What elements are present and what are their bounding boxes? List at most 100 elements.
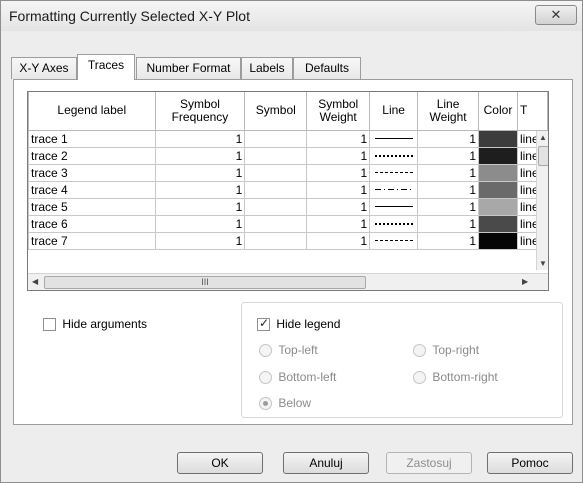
color-cell[interactable] — [478, 146, 518, 165]
trace-label-cell[interactable]: trace 4 — [28, 180, 156, 199]
bottom-left-radio[interactable] — [259, 371, 272, 385]
scroll-right-icon[interactable]: ▶ — [522, 277, 528, 286]
horizontal-scrollbar[interactable]: ◀ III ▶ — [28, 273, 548, 290]
tab-number-format[interactable]: Number Format — [136, 57, 241, 79]
color-cell[interactable] — [478, 163, 518, 182]
ok-button[interactable]: OK — [177, 452, 263, 474]
trace-label-cell[interactable]: trace 3 — [28, 163, 156, 182]
trace-row[interactable]: trace 7 1 1 1 line — [28, 231, 548, 250]
tab-labels[interactable]: Labels — [241, 57, 293, 79]
legend-position-top-left[interactable]: Top-left — [259, 343, 318, 358]
close-button[interactable]: ✕ — [535, 5, 577, 25]
horizontal-scroll-thumb[interactable]: III — [44, 276, 366, 289]
scroll-up-icon[interactable]: ▲ — [539, 133, 547, 142]
trace-row[interactable]: trace 1 1 1 1 line — [28, 129, 548, 148]
line-style-cell[interactable] — [369, 180, 419, 199]
symbol-weight-cell[interactable]: 1 — [306, 180, 371, 199]
legend-position-bottom-right[interactable]: Bottom-right — [413, 370, 498, 385]
bottom-right-label: Bottom-right — [432, 370, 498, 384]
legend-position-top-right[interactable]: Top-right — [413, 343, 479, 358]
color-cell[interactable] — [478, 129, 518, 148]
symbol-cell[interactable] — [244, 146, 308, 165]
close-icon: ✕ — [550, 7, 562, 22]
column-header-color[interactable]: Color — [478, 92, 518, 131]
symbol-weight-cell[interactable]: 1 — [306, 146, 371, 165]
symbol-cell[interactable] — [244, 180, 308, 199]
symbol-cell[interactable] — [244, 163, 308, 182]
line-weight-cell[interactable]: 1 — [417, 163, 479, 182]
line-weight-cell[interactable]: 1 — [417, 129, 479, 148]
line-style-cell[interactable] — [369, 129, 419, 148]
symbol-frequency-cell[interactable]: 1 — [154, 129, 246, 148]
top-right-radio[interactable] — [413, 344, 426, 358]
trace-label-cell[interactable]: trace 1 — [28, 129, 156, 148]
legend-position-bottom-left[interactable]: Bottom-left — [259, 370, 336, 385]
symbol-weight-cell[interactable]: 1 — [306, 129, 371, 148]
trace-label-cell-text: trace 1 — [31, 131, 68, 146]
trace-row[interactable]: trace 3 1 1 1 line — [28, 163, 548, 182]
trace-label-cell[interactable]: trace 6 — [28, 214, 156, 233]
tab-xy-axes[interactable]: X-Y Axes — [11, 57, 77, 79]
apply-button[interactable]: Zastosuj — [386, 452, 472, 474]
line-weight-cell[interactable]: 1 — [417, 214, 479, 233]
line-weight-cell[interactable]: 1 — [417, 180, 479, 199]
trace-label-cell[interactable]: trace 2 — [28, 146, 156, 165]
bottom-right-radio[interactable] — [413, 371, 426, 385]
line-style-cell[interactable] — [369, 163, 419, 182]
line-style-cell[interactable] — [369, 231, 419, 250]
line-style-cell[interactable] — [369, 146, 419, 165]
help-button[interactable]: Pomoc — [487, 452, 573, 474]
line-weight-cell[interactable]: 1 — [417, 231, 479, 250]
tab-defaults[interactable]: Defaults — [293, 57, 361, 79]
column-header-line[interactable]: Line — [369, 92, 419, 131]
vertical-scroll-thumb[interactable] — [538, 146, 548, 166]
trace-row[interactable]: trace 4 1 1 1 line — [28, 180, 548, 199]
color-cell[interactable] — [478, 231, 518, 250]
symbol-frequency-cell[interactable]: 1 — [154, 197, 246, 216]
hide-arguments-checkbox[interactable] — [43, 318, 56, 332]
scroll-down-icon[interactable]: ▼ — [539, 259, 547, 268]
trace-label-cell[interactable]: trace 5 — [28, 197, 156, 216]
symbol-weight-cell[interactable]: 1 — [306, 214, 371, 233]
color-cell[interactable] — [478, 214, 518, 233]
line-weight-cell-text: 1 — [469, 216, 476, 231]
symbol-frequency-cell[interactable]: 1 — [154, 231, 246, 250]
cancel-button[interactable]: Anuluj — [283, 452, 369, 474]
column-header-symbol[interactable]: Symbol — [244, 92, 308, 131]
color-cell[interactable] — [478, 180, 518, 199]
hide-legend-option[interactable]: Hide legend — [257, 316, 340, 332]
symbol-frequency-cell[interactable]: 1 — [154, 180, 246, 199]
symbol-cell[interactable] — [244, 129, 308, 148]
column-header-legend-label[interactable]: Legend label — [28, 92, 156, 131]
symbol-cell[interactable] — [244, 214, 308, 233]
symbol-frequency-cell[interactable]: 1 — [154, 214, 246, 233]
symbol-weight-cell[interactable]: 1 — [306, 163, 371, 182]
line-weight-cell[interactable]: 1 — [417, 146, 479, 165]
tab-traces[interactable]: Traces — [77, 54, 135, 80]
top-left-radio[interactable] — [259, 344, 272, 358]
column-header-symbol-frequency[interactable]: Symbol Frequency — [154, 92, 246, 131]
symbol-weight-cell[interactable]: 1 — [306, 231, 371, 250]
column-header-symbol-weight[interactable]: Symbol Weight — [306, 92, 371, 131]
hide-legend-checkbox[interactable] — [257, 316, 270, 332]
symbol-cell[interactable] — [244, 231, 308, 250]
hide-arguments-option[interactable]: Hide arguments — [43, 317, 147, 332]
color-cell[interactable] — [478, 197, 518, 216]
vertical-scrollbar[interactable]: ▲ ▼ — [536, 131, 548, 270]
symbol-cell[interactable] — [244, 197, 308, 216]
trace-label-cell[interactable]: trace 7 — [28, 231, 156, 250]
column-header-type[interactable]: T — [516, 92, 548, 131]
symbol-frequency-cell[interactable]: 1 — [154, 163, 246, 182]
legend-position-below[interactable]: Below — [259, 396, 311, 411]
line-style-cell[interactable] — [369, 214, 419, 233]
symbol-frequency-cell[interactable]: 1 — [154, 146, 246, 165]
below-radio[interactable] — [259, 397, 272, 411]
trace-row[interactable]: trace 2 1 1 1 line — [28, 146, 548, 165]
line-weight-cell[interactable]: 1 — [417, 197, 479, 216]
column-header-line-weight[interactable]: Line Weight — [417, 92, 479, 131]
trace-row[interactable]: trace 6 1 1 1 line — [28, 214, 548, 233]
scroll-left-icon[interactable]: ◀ — [32, 277, 38, 286]
line-style-cell[interactable] — [369, 197, 419, 216]
symbol-weight-cell[interactable]: 1 — [306, 197, 371, 216]
trace-row[interactable]: trace 5 1 1 1 line — [28, 197, 548, 216]
